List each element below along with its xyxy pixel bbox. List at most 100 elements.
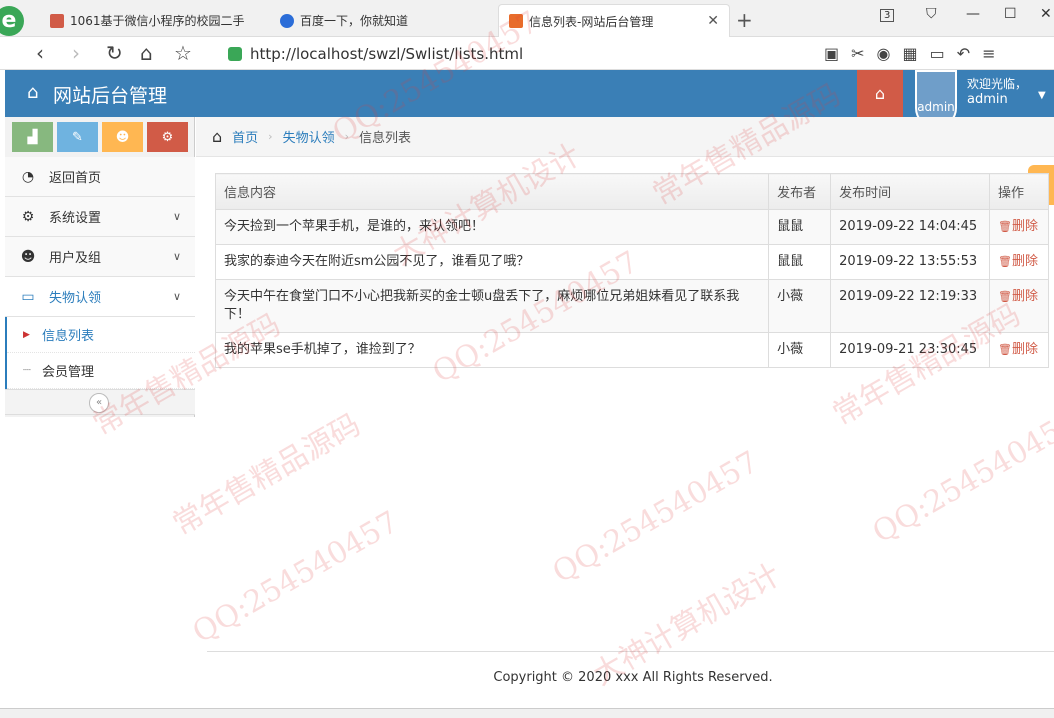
header-home-button[interactable]: ⌂ [857,70,903,117]
cogs-icon[interactable]: ⚙ [147,122,188,152]
submenu-item-label: 会员管理 [42,365,95,380]
browser-logo-icon: e [0,6,24,36]
table-row: 我家的泰迪今天在附近sm公园不见了，谁看见了哦？ 鼠鼠 2019-09-22 1… [214,244,1050,280]
cell-actions: 🗑删除 [988,209,1050,245]
tree-dash: ┈ [23,363,31,378]
delete-button[interactable]: 🗑删除 [998,219,1038,234]
sidebar-item-lost-found[interactable]: ▭ 失物认领 ∨ [5,277,195,317]
shirt-skin-icon[interactable]: ⛉ [926,6,937,22]
submenu-item-label: 信息列表 [42,329,95,344]
browser-tab-2[interactable]: 百度一下，你就知道 [270,4,496,37]
breadcrumb: ⌂ 首页 › 失物认领 › 信息列表 [196,117,1054,157]
signal-icon[interactable]: ▟ [12,122,53,152]
cell-time: 2019-09-22 14:04:45 [830,209,990,245]
column-header-actions: 操作 [988,173,1050,210]
trash-icon: 🗑 [997,255,1012,268]
close-window-button[interactable]: ✕ [1040,6,1052,22]
browser-tab-title: 百度一下，你就知道 [300,14,409,28]
extension-toolbar: ▣ ✂ ◉ ▦ ▭ ↶ ≡ [824,44,996,63]
submenu-item-members[interactable]: ┈ 会员管理 [7,353,195,389]
browser-tab-active[interactable]: 信息列表-网站后台管理 ✕ [498,4,730,37]
delete-label: 删除 [1011,342,1038,357]
delete-button[interactable]: 🗑删除 [998,289,1038,304]
sidebar-item-users[interactable]: ☻ 用户及组 ∨ [5,237,195,277]
desktop-icon: ▭ [21,288,35,305]
watermark-text: QQ:254540457 [866,404,1054,551]
submenu-item-info-list[interactable]: ▶ 信息列表 [7,317,195,353]
browser-tab-1[interactable]: 1061基于微信小程序的校园二手 [40,4,268,37]
info-table-container: 信息内容 发布者 发布时间 操作 今天捡到一个苹果手机，是谁的，来认领吧！ 鼠鼠… [214,173,1050,368]
cell-actions: 🗑删除 [988,244,1050,280]
sidebar-item-home[interactable]: ◔ 返回首页 [5,157,195,197]
table-header-row: 信息内容 发布者 发布时间 操作 [214,173,1050,210]
trash-icon: 🗑 [997,220,1012,233]
browser-tab-title: 信息列表-网站后台管理 [529,14,654,29]
forward-button[interactable]: › [72,41,80,65]
collapse-sidebar-button[interactable]: « [89,393,109,413]
column-header-publisher: 发布者 [768,173,832,210]
caret-right-icon: ▶ [23,329,30,340]
users-icon[interactable]: ☻ [102,122,143,152]
watermark-text: 常年售精品源码 [167,407,367,543]
delete-button[interactable]: 🗑删除 [998,342,1038,357]
caret-down-icon[interactable]: ▼ [1038,90,1046,101]
dashboard-icon: ◔ [21,168,35,185]
delete-button[interactable]: 🗑删除 [998,254,1038,269]
page-favicon-icon [50,13,64,28]
translate-icon[interactable]: ◉ [877,44,891,63]
table-row: 今天捡到一个苹果手机，是谁的，来认领吧！ 鼠鼠 2019-09-22 14:04… [214,209,1050,245]
address-bar: ‹ › ↻ ⌂ ☆ http://localhost/swzl/Swlist/l… [0,37,1054,70]
pencil-icon[interactable]: ✎ [57,122,98,152]
browser-status-bar [0,708,1054,718]
battery-icon[interactable]: ▭ [930,44,945,63]
new-tab-button[interactable]: + [736,8,753,32]
tab-close-icon[interactable]: ✕ [707,13,719,29]
cell-time: 2019-09-21 23:30:45 [830,332,990,368]
gear-icon: ⚙ [21,208,35,225]
url-field[interactable]: http://localhost/swzl/Swlist/lists.html [228,41,808,66]
cell-publisher: 鼠鼠 [768,209,832,245]
tab-count-value: 3 [880,9,895,22]
apps-grid-icon[interactable]: ▦ [903,44,918,63]
browser-tab-title: 1061基于微信小程序的校园二手 [70,14,245,28]
username: admin [967,92,1008,107]
reload-button[interactable]: ↻ [106,41,123,65]
breadcrumb-section-link[interactable]: 失物认领 [283,127,335,146]
url-text: http://localhost/swzl/Swlist/lists.html [250,44,524,63]
baidu-paw-icon [280,13,294,28]
user-menu[interactable]: 欢迎光临， admin [967,76,1027,108]
copyright-text: Copyright © 2020 xxx All Rights Reserved… [493,670,773,685]
bookmark-star-icon[interactable]: ☆ [174,41,192,65]
cell-publisher: 小薇 [768,279,832,333]
minimize-button[interactable]: — [966,6,980,22]
tab-count-badge[interactable]: 3 [880,6,895,22]
scissors-icon[interactable]: ✂ [851,44,864,63]
cell-time: 2019-09-22 12:19:33 [830,279,990,333]
watermark-text: QQ:254540457 [546,444,765,591]
breadcrumb-current: 信息列表 [359,131,412,146]
extension-icon[interactable]: ▣ [824,44,839,63]
cell-publisher: 鼠鼠 [768,244,832,280]
sidebar: ▟ ✎ ☻ ⚙ ◔ 返回首页 ⚙ 系统设置 ∨ ☻ 用户及组 ∨ ▭ 失物认领 … [5,117,195,417]
sidebar-item-label: 返回首页 [49,171,102,186]
home-button[interactable]: ⌂ [140,41,153,65]
chevron-down-icon: ∨ [172,250,181,263]
sidebar-item-label: 失物认领 [49,291,102,306]
sidebar-collapse-bar: « [5,389,195,415]
breadcrumb-home-link[interactable]: 首页 [232,127,258,146]
cell-content: 今天捡到一个苹果手机，是谁的，来认领吧！ [214,209,770,245]
home-icon: ⌂ [212,127,223,146]
maximize-button[interactable]: ☐ [1004,6,1017,22]
site-title[interactable]: 网站后台管理 [53,81,167,108]
trash-icon: 🗑 [997,290,1012,303]
sidebar-item-settings[interactable]: ⚙ 系统设置 ∨ [5,197,195,237]
cell-time: 2019-09-22 13:55:53 [830,244,990,280]
menu-icon[interactable]: ≡ [982,44,995,63]
browser-tab-bar: e 1061基于微信小程序的校园二手 百度一下，你就知道 信息列表-网站后台管理… [0,0,1054,37]
delete-label: 删除 [1011,254,1038,269]
undo-icon[interactable]: ↶ [957,44,970,63]
table-row: 我的苹果se手机掉了，谁捡到了？ 小薇 2019-09-21 23:30:45 … [214,332,1050,368]
cell-content: 我家的泰迪今天在附近sm公园不见了，谁看见了哦？ [214,244,770,280]
welcome-text: 欢迎光临， [967,77,1028,91]
back-button[interactable]: ‹ [36,41,44,65]
